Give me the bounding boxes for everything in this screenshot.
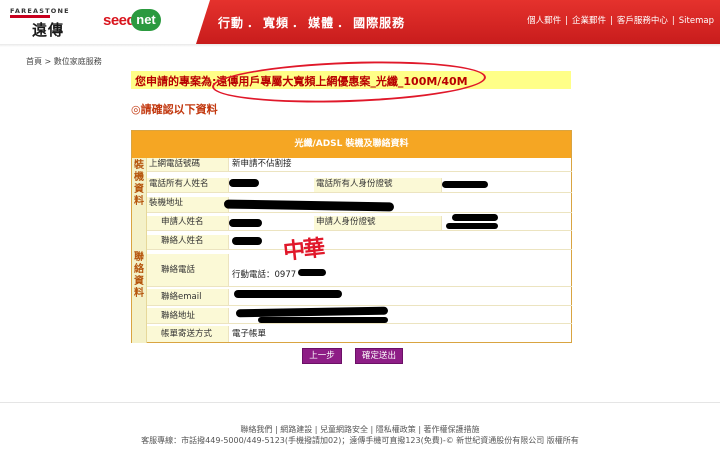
confirm-submit-button[interactable]: 確定送出 bbox=[355, 348, 403, 364]
handwritten-annotation: 中華 bbox=[281, 234, 325, 266]
redaction-contact-phone bbox=[298, 269, 326, 276]
fareastone-logo-text: FAREASTONE bbox=[10, 7, 70, 15]
seednet-logo[interactable]: seed net bbox=[103, 9, 183, 38]
label-billing: 帳單寄送方式 bbox=[147, 326, 229, 342]
fareastone-logo-mark bbox=[10, 15, 50, 18]
fareastone-logo[interactable]: FAREASTONE 遠傳 bbox=[10, 7, 86, 39]
label-phone: 上網電話號碼 bbox=[147, 158, 229, 171]
footer-copyright: 客服專線：市話撥449-5000/449-5123(手機撥請加02)；遠傳手機可… bbox=[141, 436, 579, 445]
footer-links[interactable]: 聯絡我們 | 網路建設 | 兒童網路安全 | 隱私權政策 | 著作權保護措施 bbox=[0, 424, 720, 435]
util-link-business-mail[interactable]: 企業郵件 bbox=[572, 16, 606, 26]
header-divider bbox=[0, 44, 720, 47]
util-link-customer-service[interactable]: 客戶服務中心 bbox=[617, 16, 668, 26]
redaction-owner-name bbox=[229, 179, 259, 187]
value-phone: 新申請不佔割接 bbox=[232, 159, 292, 169]
redaction-applicant-name bbox=[229, 219, 262, 227]
section-contact-label: 聯絡資料 bbox=[132, 214, 147, 343]
fareastone-logo-cn: 遠傳 bbox=[32, 21, 65, 39]
hand-drawn-circle-annotation bbox=[211, 57, 487, 107]
nav-item-international[interactable]: 國際服務 bbox=[353, 16, 405, 30]
previous-step-button[interactable]: 上一步 bbox=[302, 348, 342, 364]
redaction-contact-name bbox=[232, 237, 262, 245]
util-link-personal-mail[interactable]: 個人郵件 bbox=[527, 16, 561, 26]
redaction-applicant-id-a bbox=[452, 214, 498, 221]
confirm-heading: ◎請確認以下資料 bbox=[131, 103, 218, 116]
nav-item-broadband[interactable]: 寬頻 bbox=[263, 16, 289, 30]
util-link-sitemap[interactable]: Sitemap bbox=[679, 16, 714, 26]
utility-nav: 個人郵件 | 企業郵件 | 客戶服務中心 | Sitemap bbox=[527, 16, 714, 26]
value-billing: 電子帳單 bbox=[232, 329, 267, 339]
redaction-contact-address-b bbox=[258, 317, 388, 323]
site-header: FAREASTONE 遠傳 seed net 行動．寬頻．媒體．國際服務 個人郵… bbox=[0, 0, 720, 44]
nav-item-media[interactable]: 媒體 bbox=[308, 16, 334, 30]
redaction-owner-id bbox=[442, 181, 488, 188]
form-row-billing: 帳單寄送方式 電子帳單 bbox=[147, 326, 572, 342]
form-row-applicant: 申請人姓名 申請人身份證號 bbox=[147, 216, 572, 231]
section-install-label: 裝機資料 bbox=[132, 158, 147, 214]
form-row-owner: 電話所有人姓名 電話所有人身份證號 bbox=[147, 178, 572, 193]
redaction-applicant-id-b bbox=[446, 223, 498, 229]
label-contact-name: 聯絡人姓名 bbox=[147, 235, 229, 249]
label-contact-phone: 聯絡電話 bbox=[147, 254, 229, 286]
label-owner-name: 電話所有人姓名 bbox=[147, 178, 229, 192]
label-owner-id: 電話所有人身份證號 bbox=[314, 178, 442, 192]
nav-item-mobile[interactable]: 行動 bbox=[218, 16, 244, 30]
form-header: 光纖/ADSL 裝機及聯絡資料 bbox=[132, 131, 571, 158]
label-applicant-id: 申請人身份證號 bbox=[314, 216, 442, 230]
form-row-contact-email: 聯絡email bbox=[147, 289, 572, 306]
footer-divider bbox=[0, 402, 720, 403]
label-contact-email: 聯絡email bbox=[147, 289, 229, 305]
form-row-phone: 上網電話號碼 新申請不佔割接 bbox=[147, 158, 572, 172]
form-row-contact-phone: 聯絡電話 行動電話：0977 bbox=[147, 254, 572, 287]
label-contact-address: 聯絡地址 bbox=[147, 308, 229, 323]
redaction-contact-email bbox=[234, 290, 342, 298]
seednet-logo-net: net bbox=[131, 9, 161, 31]
breadcrumb[interactable]: 首頁 > 數位家庭服務 bbox=[26, 56, 102, 67]
form-row-contact-name: 聯絡人姓名 bbox=[147, 235, 572, 250]
label-applicant-name: 申請人姓名 bbox=[147, 216, 229, 230]
main-nav: 行動．寬頻．媒體．國際服務 bbox=[218, 16, 406, 30]
label-install-address: 裝機地址 bbox=[147, 197, 229, 212]
